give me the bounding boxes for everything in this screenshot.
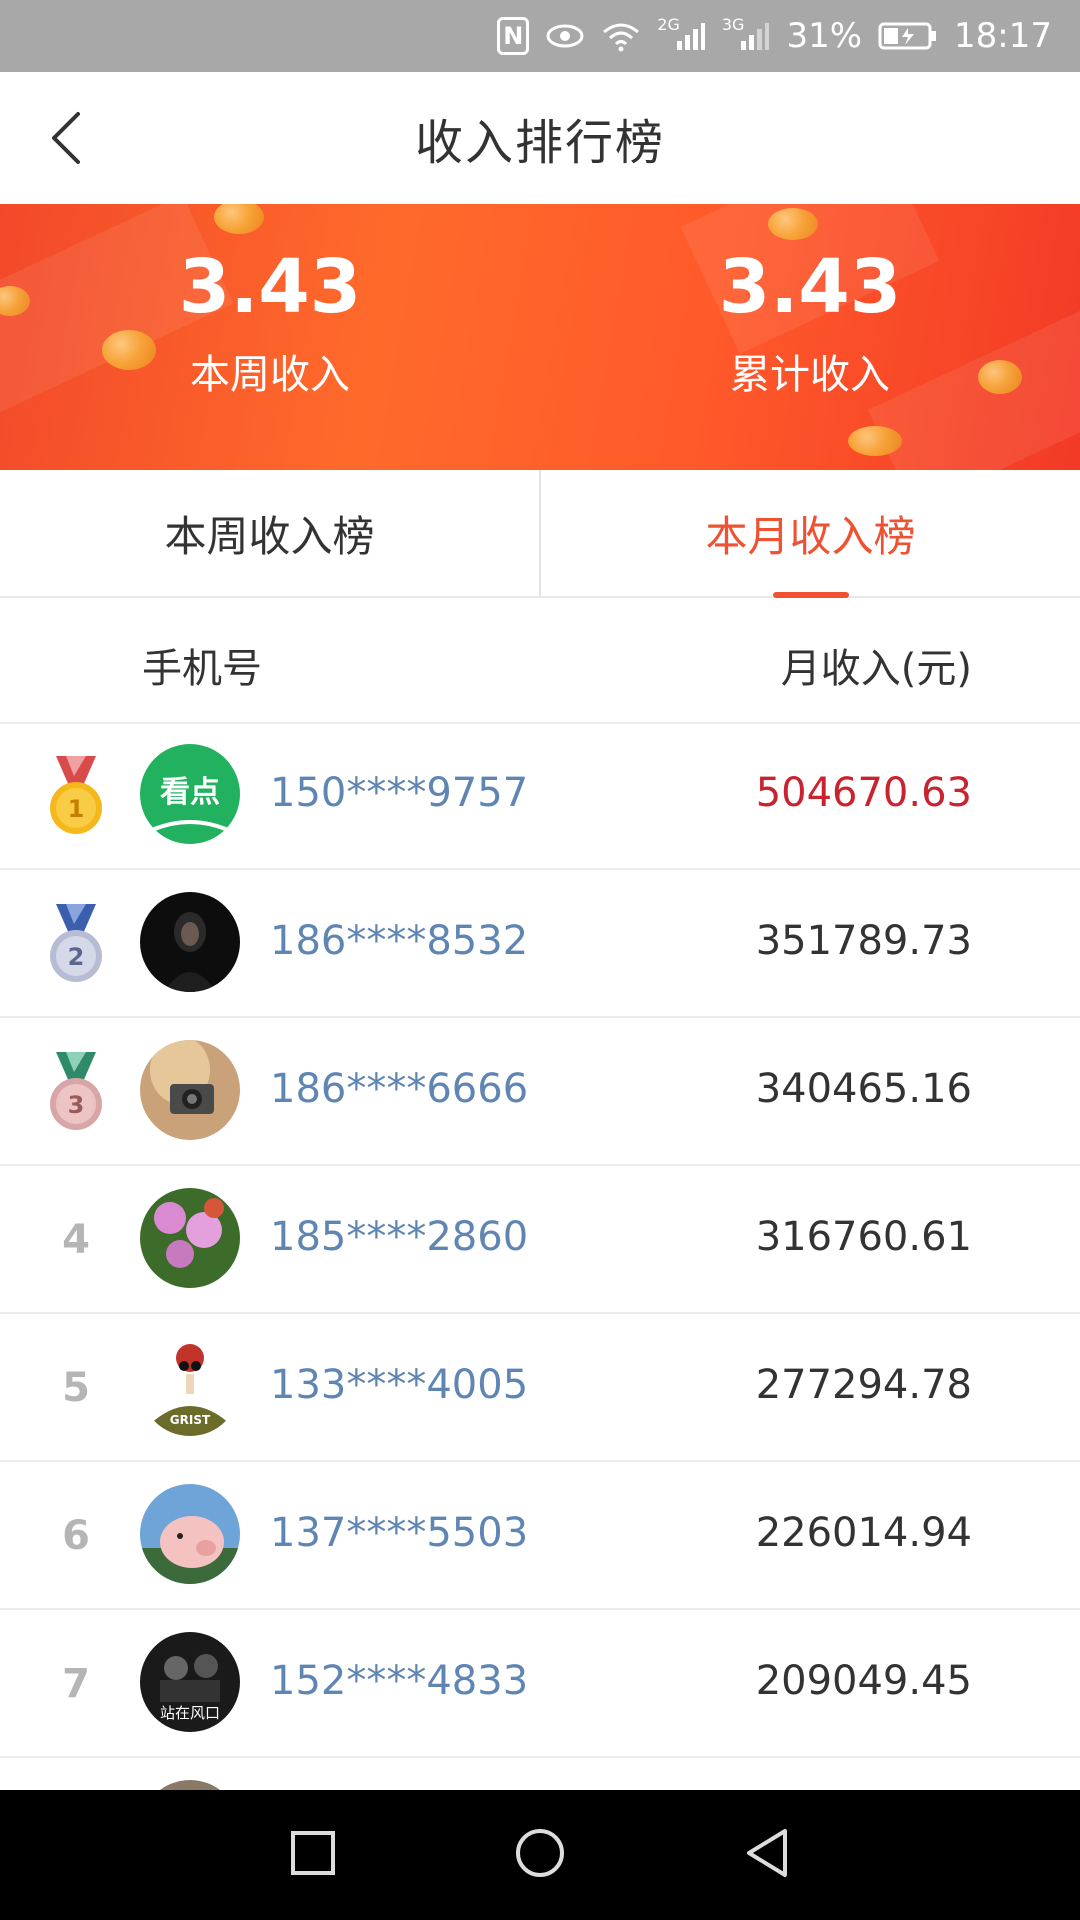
clock: 18:17 <box>954 16 1052 56</box>
table-row[interactable]: 6 137****5503 226014.94 <box>0 1462 1080 1610</box>
back-button[interactable] <box>36 108 96 168</box>
rank-number: 4 <box>62 1217 90 1263</box>
monthly-income-amount: 277294.78 <box>755 1362 972 1408</box>
table-row[interactable]: 1 看点 150****9757 504670.63 <box>0 722 1080 870</box>
avatar-text: 看点 <box>160 775 220 810</box>
svg-text:2: 2 <box>68 943 85 971</box>
gold-medal-icon: 1 <box>44 754 108 838</box>
avatar: 站在风口 <box>140 1632 240 1732</box>
system-navigation-bar <box>0 1790 1080 1920</box>
nfc-icon: N <box>497 17 530 55</box>
page-title: 收入排行榜 <box>414 115 665 171</box>
coin-icon <box>768 208 818 240</box>
ranking-list: 1 看点 150****9757 504670.63 2 186****8532… <box>0 722 1080 1906</box>
monthly-income-amount: 351789.73 <box>755 918 972 964</box>
column-header-income: 月收入(元) <box>780 646 972 692</box>
app-header: 收入排行榜 <box>0 72 1080 204</box>
table-row[interactable]: 5 GRIST 133****4005 277294.78 <box>0 1314 1080 1462</box>
avatar-text: GRIST <box>170 1413 211 1427</box>
monthly-income-amount: 209049.45 <box>755 1658 972 1704</box>
total-income-label: 累计收入 <box>730 352 890 398</box>
eye-comfort-icon <box>545 22 585 50</box>
avatar <box>140 892 240 992</box>
svg-text:1: 1 <box>68 795 85 823</box>
table-row[interactable]: 3 186****6666 340465.16 <box>0 1018 1080 1166</box>
chevron-left-icon <box>52 112 80 164</box>
avatar <box>140 1484 240 1584</box>
phone-number: 185****2860 <box>270 1214 529 1260</box>
home-button[interactable] <box>514 1827 566 1883</box>
phone-number: 152****4833 <box>270 1658 529 1704</box>
monthly-income-amount: 504670.63 <box>755 770 972 816</box>
tab-weekly-ranking[interactable]: 本周收入榜 <box>0 470 541 596</box>
battery-percent: 31% <box>786 16 863 56</box>
signal-2g-icon: 2G <box>657 15 706 51</box>
avatar: 看点 <box>140 744 240 844</box>
circle-icon <box>515 1829 564 1877</box>
coin-icon <box>214 204 264 234</box>
svg-text:3: 3 <box>68 1091 85 1119</box>
phone-number: 186****6666 <box>270 1066 529 1112</box>
total-income-stat: 3.43 累计收入 <box>540 250 1080 400</box>
income-summary-banner: 3.43 本周收入 3.43 累计收入 <box>0 204 1080 470</box>
battery-charging-icon <box>878 21 938 51</box>
weekly-income-value: 3.43 <box>178 244 362 330</box>
wifi-icon <box>601 20 641 52</box>
network-type-3g: 3G <box>721 14 745 34</box>
total-income-value: 3.43 <box>718 244 902 330</box>
monthly-income-amount: 340465.16 <box>755 1066 972 1112</box>
table-row[interactable]: 4 185****2860 316760.61 <box>0 1166 1080 1314</box>
rank-number: 5 <box>62 1365 90 1411</box>
column-header-phone: 手机号 <box>142 646 262 692</box>
square-icon <box>290 1831 335 1875</box>
phone-number: 133****4005 <box>270 1362 529 1408</box>
recent-apps-button[interactable] <box>289 1829 337 1881</box>
monthly-income-amount: 316760.61 <box>755 1214 972 1260</box>
weekly-income-stat: 3.43 本周收入 <box>0 250 540 400</box>
signal-3g-icon: 3G <box>722 15 771 51</box>
avatar <box>140 1188 240 1288</box>
monthly-income-amount: 226014.94 <box>755 1510 972 1556</box>
status-bar: N 2G 3G 31% 18:17 <box>0 0 1080 72</box>
network-type-2g: 2G <box>657 14 680 34</box>
coin-icon <box>848 426 902 456</box>
tab-label: 本月收入榜 <box>705 511 916 561</box>
rank-number: 7 <box>62 1661 90 1707</box>
avatar <box>140 1040 240 1140</box>
phone-number: 150****9757 <box>270 770 529 816</box>
bronze-medal-icon: 3 <box>44 1050 108 1134</box>
phone-number: 137****5503 <box>270 1510 529 1556</box>
weekly-income-label: 本周收入 <box>190 352 350 398</box>
avatar-text: 站在风口 <box>160 1704 220 1722</box>
triangle-back-icon <box>747 1829 788 1877</box>
ranking-tabs: 本周收入榜 本月收入榜 <box>0 470 1080 598</box>
avatar: GRIST <box>140 1336 240 1436</box>
rank-number: 6 <box>62 1513 90 1559</box>
tab-monthly-ranking[interactable]: 本月收入榜 <box>541 470 1080 598</box>
silver-medal-icon: 2 <box>44 902 108 986</box>
table-header: 手机号 月收入(元) <box>0 598 1080 724</box>
tab-label: 本周收入榜 <box>164 511 375 561</box>
nav-back-button[interactable] <box>743 1827 791 1883</box>
phone-number: 186****8532 <box>270 918 529 964</box>
table-row[interactable]: 7 站在风口 152****4833 209049.45 <box>0 1610 1080 1758</box>
table-row[interactable]: 2 186****8532 351789.73 <box>0 870 1080 1018</box>
